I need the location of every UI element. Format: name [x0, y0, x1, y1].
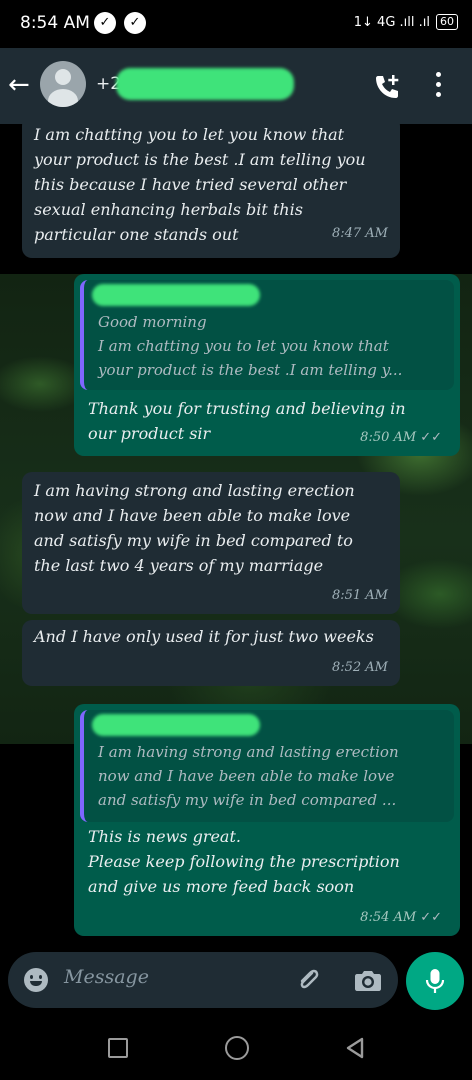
- redaction-mark: [92, 714, 260, 736]
- chat-header: ← +2: [0, 48, 472, 124]
- message-time: 8:50 AM ✓✓: [360, 430, 442, 445]
- message-time: 8:52 AM: [331, 660, 388, 675]
- shield-check-icon: ✓: [124, 12, 146, 34]
- redaction-mark: [116, 68, 294, 100]
- message-text: Thank you for trusting and believing in …: [88, 399, 406, 443]
- back-arrow-icon[interactable]: ←: [8, 70, 30, 100]
- double-check-icon: ✓✓: [420, 910, 442, 925]
- message-text: I am chatting you to let you know that y…: [34, 125, 366, 244]
- message-input[interactable]: Message: [8, 952, 398, 1008]
- chat-area[interactable]: I am chatting you to let you know that y…: [0, 124, 472, 948]
- quoted-message[interactable]: I am having strong and lasting erection …: [80, 710, 454, 822]
- navigation-bar: [0, 1014, 472, 1080]
- camera-icon[interactable]: [354, 967, 382, 993]
- redaction-mark: [92, 284, 260, 306]
- message-composer: Message: [0, 948, 472, 1014]
- quoted-text: I am having strong and lasting erection …: [98, 743, 399, 809]
- message-bubble-outgoing[interactable]: Good morning I am chatting you to let yo…: [74, 274, 460, 456]
- message-time: 8:51 AM: [331, 588, 388, 603]
- message-text: I am having strong and lasting erection …: [34, 481, 355, 575]
- status-indicators: 1↓ 4G .ıll .ıl 60: [354, 14, 458, 30]
- status-bar: 8:54 AM ✓ ✓ 1↓ 4G .ıll .ıl 60: [0, 0, 472, 48]
- recents-icon[interactable]: [108, 1038, 128, 1058]
- emoji-icon[interactable]: [24, 968, 48, 992]
- message-time-value: 8:54 AM: [360, 910, 417, 925]
- mic-button[interactable]: [406, 952, 464, 1010]
- mic-icon: [425, 969, 445, 993]
- signal-indicators: 1↓ 4G .ıll .ıl: [353, 14, 430, 30]
- status-time: 8:54 AM: [20, 13, 90, 33]
- message-time: 8:47 AM: [331, 226, 388, 241]
- message-bubble-incoming[interactable]: I am chatting you to let you know that y…: [22, 124, 400, 258]
- shield-check-icon: ✓: [94, 12, 116, 34]
- home-icon[interactable]: [225, 1036, 249, 1060]
- message-bubble-incoming[interactable]: I am having strong and lasting erection …: [22, 472, 400, 614]
- quoted-message[interactable]: Good morning I am chatting you to let yo…: [80, 280, 454, 390]
- message-bubble-outgoing[interactable]: I am having strong and lasting erection …: [74, 704, 460, 936]
- message-bubble-incoming[interactable]: And I have only used it for just two wee…: [22, 620, 400, 686]
- message-time: 8:54 AM ✓✓: [360, 910, 442, 925]
- add-call-icon[interactable]: [372, 72, 402, 102]
- more-vert-icon[interactable]: [434, 72, 442, 102]
- message-text: This is news great. Please keep followin…: [88, 827, 400, 896]
- back-triangle-icon[interactable]: [344, 1036, 366, 1060]
- message-placeholder[interactable]: Message: [64, 966, 149, 988]
- battery-icon: 60: [436, 14, 458, 30]
- attach-icon[interactable]: [294, 966, 322, 994]
- avatar[interactable]: [40, 61, 86, 107]
- quoted-text: Good morning I am chatting you to let yo…: [98, 313, 403, 379]
- message-time-value: 8:50 AM: [360, 430, 417, 445]
- double-check-icon: ✓✓: [420, 430, 442, 445]
- message-text: And I have only used it for just two wee…: [34, 627, 374, 646]
